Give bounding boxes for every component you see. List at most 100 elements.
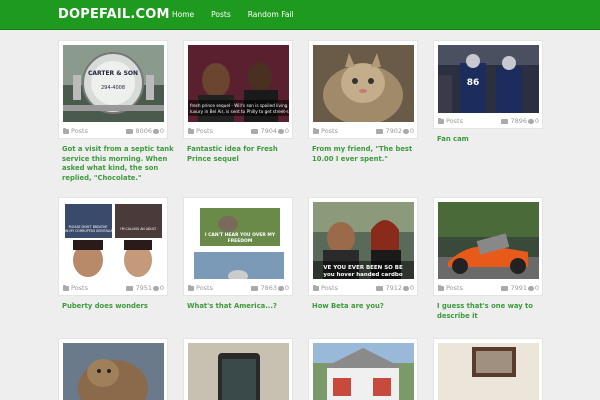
post-views: 7991 [501, 283, 527, 293]
post-card[interactable]: CARTER & SON 294-4008 Posts 8006 0 [58, 40, 168, 139]
nav-home[interactable]: Home [172, 0, 194, 30]
post-meta: Posts 7896 0 [438, 116, 539, 126]
post-category[interactable]: Posts [313, 126, 338, 136]
post-category[interactable]: Posts [63, 283, 88, 293]
top-navbar: DOPEFAIL.COM Home Posts Random Fail [0, 0, 600, 30]
camera-icon [501, 118, 509, 124]
comment-icon [277, 128, 284, 134]
camera-icon [251, 285, 259, 291]
post-title[interactable]: I guess that's one way to describe it [437, 302, 549, 321]
post-card[interactable]: Posts 7991 0 [433, 197, 543, 296]
post-thumbnail[interactable]: I CAN'T HEAR YOU OVER MY FREEDOM [188, 202, 289, 279]
post-views: 7902 [376, 126, 402, 136]
post-card[interactable] [183, 338, 293, 400]
post-meta: Posts 7902 0 [313, 126, 414, 136]
folder-icon [313, 284, 319, 291]
nav-posts[interactable]: Posts [211, 0, 231, 30]
camera-icon [251, 128, 259, 134]
post-card[interactable]: I CAN'T HEAR YOU OVER MY FREEDOM Posts 7… [183, 197, 293, 296]
post-meta: Posts 8006 0 [63, 126, 164, 136]
folder-icon [438, 284, 444, 291]
post-thumbnail[interactable] [188, 343, 289, 400]
post-comments[interactable]: 0 [527, 283, 539, 293]
post-comments[interactable]: 0 [402, 126, 414, 136]
post-views: 8006 [126, 126, 152, 136]
comment-icon [527, 285, 534, 291]
post-views: 7951 [126, 283, 152, 293]
post-card[interactable]: Posts 7902 0 [308, 40, 418, 139]
camera-icon [126, 285, 134, 291]
post-category[interactable]: Posts [188, 126, 213, 136]
post-meta: Posts 7991 0 [438, 283, 539, 293]
post-category[interactable]: Posts [188, 283, 213, 293]
post-title[interactable]: Fan cam [437, 135, 549, 145]
post-title[interactable]: Got a visit from a septic tank service t… [62, 145, 174, 183]
post-views: 7912 [376, 283, 402, 293]
post-thumbnail[interactable]: CARTER & SON 294-4008 [63, 45, 164, 122]
svg-text:VE YOU EVER BEEN SO BE: VE YOU EVER BEEN SO BE [323, 265, 403, 271]
main-nav: Home Posts Random Fail [172, 0, 311, 30]
post-comments[interactable]: 0 [277, 283, 289, 293]
post-category[interactable]: Posts [63, 126, 88, 136]
svg-text:fresh prince sequel - Will's s: fresh prince sequel - Will's son is spoi… [190, 103, 289, 108]
post-thumbnail[interactable] [63, 343, 164, 400]
post-thumbnail[interactable]: fresh prince sequel - Will's son is spoi… [188, 45, 289, 122]
post-card[interactable] [308, 338, 418, 400]
folder-icon [188, 127, 194, 134]
post-comments[interactable]: 0 [277, 126, 289, 136]
post-meta: Posts 7912 0 [313, 283, 414, 293]
folder-icon [63, 284, 69, 291]
post-title[interactable]: What's that America...? [187, 302, 299, 312]
comment-icon [402, 128, 409, 134]
post-thumbnail[interactable] [438, 343, 539, 400]
folder-icon [313, 127, 319, 134]
post-title[interactable]: From my friend, "The best 10.00 I ever s… [312, 145, 424, 164]
nav-random-fail[interactable]: Random Fail [248, 0, 294, 30]
post-card[interactable] [58, 338, 168, 400]
svg-text:I CAN'T HEAR YOU OVER MY: I CAN'T HEAR YOU OVER MY [205, 232, 276, 238]
post-card[interactable] [433, 338, 543, 400]
comment-icon [152, 285, 159, 291]
post-title[interactable]: Puberty does wonders [62, 302, 174, 312]
svg-text:294-4008: 294-4008 [101, 85, 125, 91]
camera-icon [501, 285, 509, 291]
camera-icon [376, 128, 384, 134]
svg-text:luxury in Bel Air, is sent to: luxury in Bel Air, is sent to Philly to … [190, 109, 289, 114]
folder-icon [188, 284, 194, 291]
folder-icon [63, 127, 69, 134]
post-views: 7896 [501, 116, 527, 126]
post-category[interactable]: Posts [438, 116, 463, 126]
post-meta: Posts 7863 0 [188, 283, 289, 293]
post-category[interactable]: Posts [313, 283, 338, 293]
svg-text:FREEDOM: FREEDOM [228, 238, 253, 244]
svg-text:I'M CALLING AN ADULT: I'M CALLING AN ADULT [120, 227, 156, 231]
thumb-text: CARTER & SON [88, 70, 138, 77]
post-title[interactable]: How Beta are you? [312, 302, 424, 312]
post-thumbnail[interactable] [313, 45, 414, 122]
post-comments[interactable]: 0 [402, 283, 414, 293]
post-title[interactable]: Fantastic idea for Fresh Prince sequel [187, 145, 299, 164]
post-thumbnail[interactable]: PLEASE DON'T BREATHE ON MY CORRUPTED GEN… [63, 202, 164, 279]
post-meta: Posts 7904 0 [188, 126, 289, 136]
post-thumbnail[interactable]: 86 [438, 45, 539, 113]
post-comments[interactable]: 0 [152, 126, 164, 136]
post-card[interactable]: VE YOU EVER BEEN SO BE you hover handed … [308, 197, 418, 296]
camera-icon [126, 128, 134, 134]
comment-icon [277, 285, 284, 291]
comment-icon [402, 285, 409, 291]
post-comments[interactable]: 0 [152, 283, 164, 293]
post-thumbnail[interactable] [438, 202, 539, 279]
post-meta: Posts 7951 0 [63, 283, 164, 293]
post-card[interactable]: PLEASE DON'T BREATHE ON MY CORRUPTED GEN… [58, 197, 168, 296]
post-thumbnail[interactable] [313, 343, 414, 400]
post-comments[interactable]: 0 [527, 116, 539, 126]
post-card[interactable]: fresh prince sequel - Will's son is spoi… [183, 40, 293, 139]
post-card[interactable]: 86 Posts 7896 0 [433, 40, 543, 129]
post-category[interactable]: Posts [438, 283, 463, 293]
comment-icon [152, 128, 159, 134]
site-logo[interactable]: DOPEFAIL.COM [58, 7, 170, 23]
post-thumbnail[interactable]: VE YOU EVER BEEN SO BE you hover handed … [313, 202, 414, 279]
svg-text:ON MY CORRUPTED GENITALIA: ON MY CORRUPTED GENITALIA [63, 229, 113, 233]
folder-icon [438, 117, 444, 124]
post-views: 7904 [251, 126, 277, 136]
